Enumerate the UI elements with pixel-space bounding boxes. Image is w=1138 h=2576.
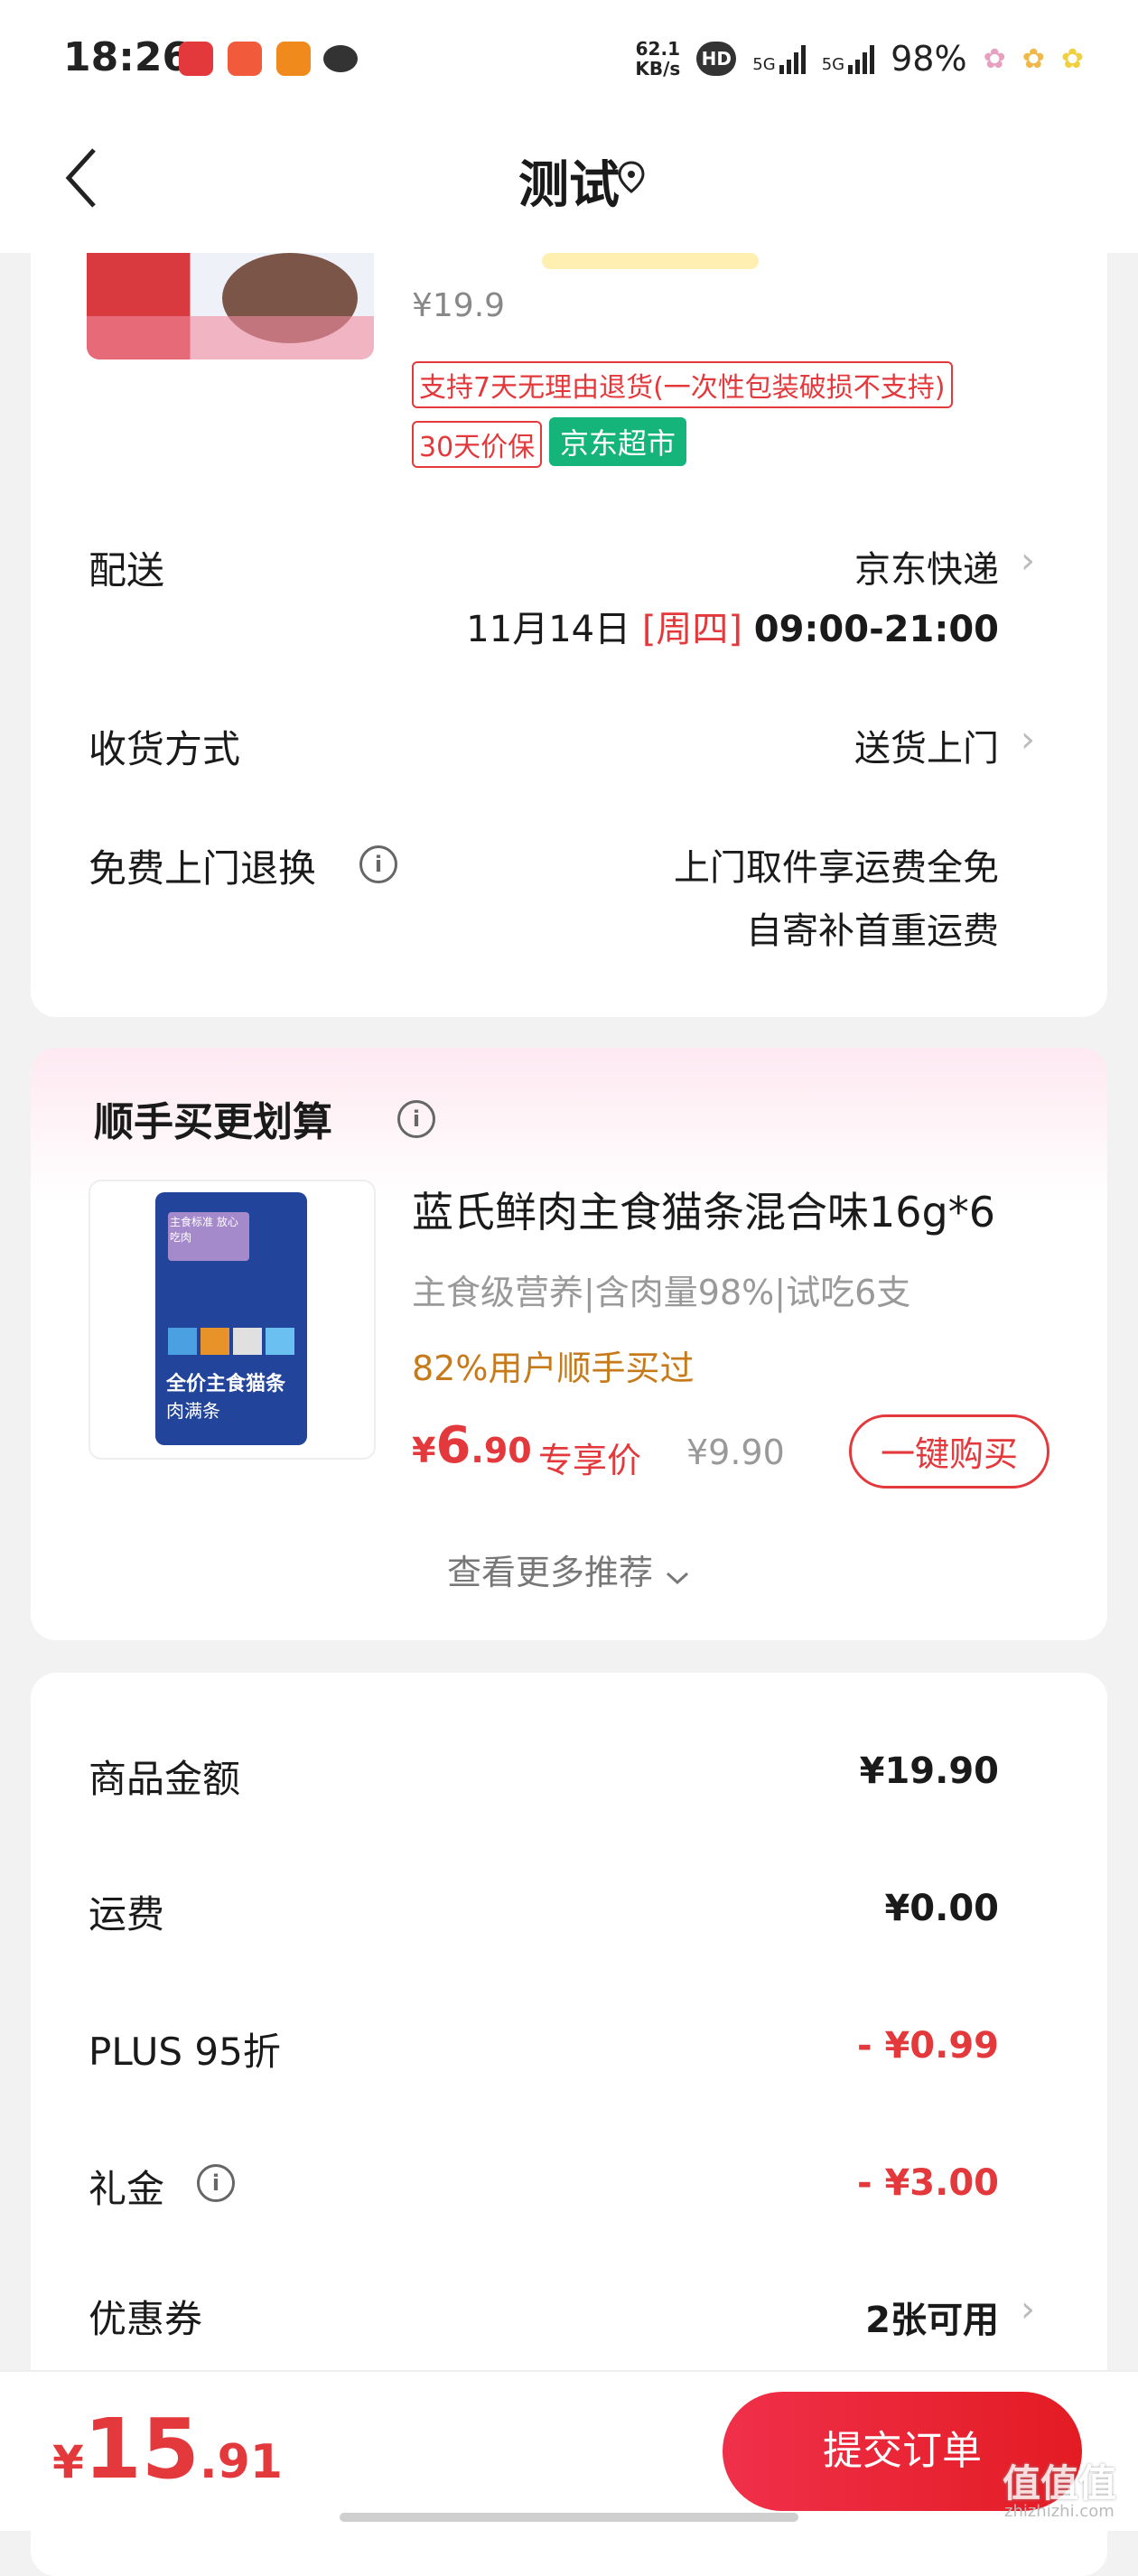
- flower-icon: ✿: [1021, 42, 1045, 75]
- message-icon: [323, 45, 358, 72]
- chevron-right-icon[interactable]: ›: [1021, 2289, 1035, 2330]
- price-int: 6: [435, 1416, 471, 1475]
- summary-plus-label: PLUS 95折: [89, 2030, 281, 2074]
- app-icon-taobao: [276, 42, 311, 76]
- exclusive-price-label: 专享价: [538, 1441, 642, 1480]
- free-return-line1: 上门取件享运费全免: [674, 847, 999, 889]
- chevron-right-icon: ›: [1021, 540, 1035, 582]
- recommend-product-name[interactable]: 蓝氏鲜肉主食猫条混合味16g*6: [412, 1180, 995, 1239]
- product-old-price: ¥19.9: [412, 287, 506, 324]
- watermark-logo: 值值值: [1003, 2461, 1117, 2506]
- summary-plus-value: - ¥0.99: [856, 2025, 999, 2067]
- product-thumbnail[interactable]: [87, 235, 374, 359]
- see-more-recommend[interactable]: 查看更多推荐: [0, 1545, 1138, 1595]
- bag-text-main: 全价主食猫条: [166, 1373, 286, 1395]
- summary-coupon-label: 优惠券: [89, 2297, 203, 2341]
- delivery-window: 09:00-21:00: [753, 609, 999, 650]
- signal-bars-icon: [779, 43, 806, 74]
- delivery-time: 11月14日 [周四] 09:00-21:00: [466, 600, 999, 652]
- free-return-line2: 自寄补首重运费: [746, 910, 999, 952]
- see-more-label: 查看更多推荐: [446, 1553, 653, 1592]
- page-title: 测试: [518, 156, 620, 215]
- recommend-orig-price: ¥9.90: [686, 1433, 785, 1472]
- chevron-right-icon[interactable]: ›: [1021, 719, 1035, 761]
- hd-icon: HD: [696, 42, 737, 76]
- battery-level: 98%: [891, 39, 967, 79]
- flower-icon: ✿: [1060, 42, 1084, 75]
- summary-goods-value: ¥19.90: [859, 1750, 999, 1792]
- total-dec: .91: [199, 2435, 283, 2489]
- location-pin-icon[interactable]: [618, 161, 645, 193]
- status-time: 18:26: [63, 34, 191, 80]
- net-speed-unit: KB/s: [635, 58, 681, 79]
- price-tag-strip: [542, 253, 759, 269]
- app-icon-netease: [179, 42, 213, 76]
- delivery-weekday: [周四]: [641, 609, 743, 650]
- return-policy-tag: 支持7天无理由退货(一次性包装破损不支持): [412, 361, 953, 408]
- app-icon-xiaohongshu: [228, 42, 262, 76]
- summary-coupon-value[interactable]: 2张可用: [865, 2291, 999, 2343]
- receive-method-label: 收货方式: [89, 727, 241, 771]
- watermark-url: zhizhizhi.com: [1004, 2502, 1115, 2521]
- summary-shipping-label: 运费: [89, 1892, 165, 1937]
- summary-gift-value: - ¥3.00: [856, 2162, 999, 2204]
- summary-gift-label: 礼金: [89, 2167, 165, 2211]
- jd-supermarket-badge: 京东超市: [549, 417, 687, 466]
- total-currency: ¥: [52, 2436, 84, 2488]
- total-int: 15: [83, 2401, 200, 2497]
- net-speed: 62.1 KB/s: [635, 39, 680, 79]
- info-icon[interactable]: i: [397, 1100, 435, 1138]
- bag-text-top: 主食标准 放心吃肉: [168, 1212, 249, 1261]
- signal-bars-icon: [848, 43, 875, 74]
- summary-shipping-value: ¥0.00: [884, 1888, 999, 1929]
- recommend-product-price: ¥6.90: [412, 1416, 532, 1475]
- chevron-down-icon: [664, 1555, 691, 1595]
- signal-2: 5G: [821, 43, 875, 74]
- info-icon[interactable]: i: [359, 845, 397, 883]
- bag-text-sub: 肉满条: [166, 1400, 220, 1422]
- status-right: 62.1 KB/s HD 5G 5G 98% ✿ ✿ ✿: [635, 36, 1084, 81]
- price-symbol: ¥: [412, 1431, 436, 1470]
- sim1-label: 5G: [752, 55, 776, 74]
- flower-icon: ✿: [983, 42, 1006, 75]
- price-dec: .90: [471, 1431, 532, 1470]
- order-total: ¥15.91: [52, 2401, 283, 2497]
- bag-color-strips: [168, 1328, 294, 1355]
- one-click-buy-button[interactable]: 一键购买: [849, 1414, 1049, 1489]
- delivery-date: 11月14日: [466, 609, 631, 650]
- recommend-product-subtitle: 主食级营养|含肉量98%|试吃6支: [412, 1273, 911, 1312]
- cat-treat-bag-image: 主食标准 放心吃肉 全价主食猫条 肉满条: [155, 1192, 307, 1445]
- delivery-carrier: 京东快递: [854, 549, 999, 591]
- info-icon[interactable]: i: [197, 2164, 235, 2202]
- delivery-label: 配送: [89, 548, 165, 593]
- summary-goods-label: 商品金额: [89, 1757, 241, 1801]
- free-return-label: 免费上门退换: [89, 846, 317, 891]
- product-image-base: [87, 316, 374, 359]
- receive-method-value[interactable]: 送货上门: [854, 719, 999, 771]
- net-speed-value: 62.1: [635, 38, 680, 60]
- recommend-product-hint: 82%用户顺手买过: [412, 1349, 695, 1388]
- recommend-title: 顺手买更划算: [94, 1099, 332, 1145]
- home-indicator[interactable]: [340, 2513, 798, 2522]
- price-protect-tag: 30天价保: [412, 421, 543, 468]
- signal-1: 5G: [752, 43, 806, 74]
- sim2-label: 5G: [821, 55, 845, 74]
